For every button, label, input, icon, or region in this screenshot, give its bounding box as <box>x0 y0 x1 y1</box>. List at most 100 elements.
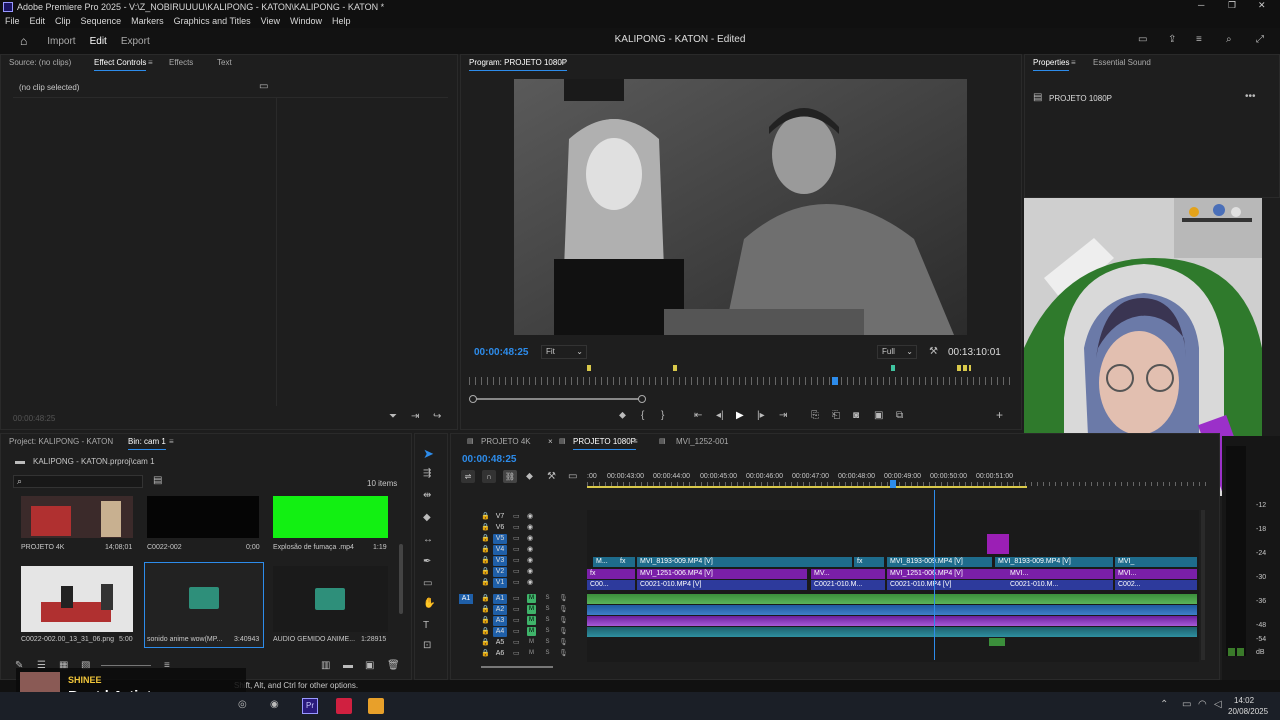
track-header[interactable]: 🔒 A6 ▭ M S 🎙 <box>451 649 587 659</box>
lock-icon[interactable]: 🔒 <box>481 578 490 586</box>
project-scrollbar[interactable] <box>399 544 403 614</box>
quality-select[interactable]: Full ⌄ <box>877 345 917 359</box>
lock-icon[interactable]: 🔒 <box>481 523 490 531</box>
track-label[interactable]: V5 <box>493 534 507 544</box>
fullscreen-icon[interactable]: ⤢ <box>1256 34 1264 45</box>
mark-in-icon[interactable]: { <box>641 410 644 421</box>
timeline-toggle-icon[interactable]: ▭ <box>259 81 268 92</box>
type-tool-icon[interactable]: T <box>423 620 429 631</box>
sync-lock-icon[interactable]: ▭ <box>513 534 520 542</box>
sync-lock-icon[interactable]: ▭ <box>513 556 520 564</box>
trash-icon[interactable]: 🗑 <box>387 660 400 671</box>
mute-button[interactable]: M <box>527 605 536 614</box>
mark-out-icon[interactable]: } <box>661 410 664 421</box>
mute-button[interactable]: M <box>527 649 536 658</box>
go-to-in-icon[interactable]: ⇤ <box>694 410 702 421</box>
zoom-handle-left[interactable] <box>469 395 477 403</box>
app-icon[interactable]: ◎ <box>238 699 247 710</box>
wifi-icon[interactable]: ◠ <box>1198 699 1207 710</box>
track-header[interactable]: 🔒 A5 ▭ M S 🎙 <box>451 638 587 648</box>
folder-taskbar-icon[interactable] <box>368 698 384 714</box>
sync-lock-icon[interactable]: ▭ <box>513 523 520 531</box>
clip-v2[interactable]: MVI_1251-006.MP4 [V] <box>887 569 1007 579</box>
step-forward-icon[interactable]: |▸ <box>757 410 765 421</box>
clip-v1[interactable]: C0021-010.M... <box>1007 580 1113 590</box>
wrench-icon[interactable]: ⚒ <box>929 346 938 357</box>
eye-icon[interactable]: ◉ <box>527 534 533 542</box>
track-label[interactable]: V1 <box>493 578 507 588</box>
compare-icon[interactable]: ▣ <box>874 410 883 421</box>
sync-lock-icon[interactable]: ▭ <box>513 567 520 575</box>
sync-lock-icon[interactable]: ▭ <box>513 616 520 624</box>
sync-lock-icon[interactable]: ▭ <box>513 627 520 635</box>
track-header[interactable]: 🔒 A3 ▭ M S 🎙 <box>451 616 587 626</box>
sync-lock-icon[interactable]: ▭ <box>513 605 520 613</box>
go-to-out-icon[interactable]: ⇥ <box>779 410 787 421</box>
rectangle-tool-icon[interactable]: ▭ <box>423 578 432 589</box>
track-header[interactable]: 🔒 A2 ▭ M S 🎙 <box>451 605 587 615</box>
program-ruler[interactable] <box>469 377 1014 385</box>
camera-icon[interactable]: ◙ <box>853 410 859 421</box>
hand-tool-icon[interactable]: ✋ <box>423 598 435 609</box>
solo-button[interactable]: S <box>543 649 552 658</box>
eye-icon[interactable]: ◉ <box>527 556 533 564</box>
selection-tool-icon[interactable]: ➤ <box>423 446 434 462</box>
lock-icon[interactable]: 🔒 <box>481 638 490 646</box>
clip-v1[interactable]: C0021-010.MP4 [V] <box>637 580 807 590</box>
add-marker-icon[interactable]: ⬥ <box>619 410 626 421</box>
zoom-select[interactable]: Fit ⌄ <box>541 345 587 359</box>
menu-clip[interactable]: Clip <box>55 16 71 26</box>
track-label[interactable]: A2 <box>493 605 507 615</box>
tab-effects[interactable]: Effects <box>169 55 193 71</box>
clip-v3-fx[interactable]: fx <box>617 557 635 567</box>
lock-icon[interactable]: 🔒 <box>481 545 490 553</box>
export-frame-icon[interactable]: ↪ <box>433 411 441 422</box>
track-header[interactable]: 🔒 V6 ▭ ◉ <box>451 523 587 533</box>
thumb-c0022-png[interactable] <box>21 566 133 632</box>
menu-file[interactable]: File <box>5 16 20 26</box>
audio-clip-a2[interactable] <box>587 605 1197 615</box>
caption-tool-icon[interactable]: ⊡ <box>423 640 431 651</box>
app-icon[interactable] <box>336 698 352 714</box>
step-back-icon[interactable]: ◂| <box>716 410 724 421</box>
automate-icon[interactable]: ▥ <box>321 660 330 671</box>
timeline-ruler[interactable]: :00 00:00:43:00 00:00:44:00 00:00:45:00 … <box>587 468 1207 490</box>
track-label[interactable]: A6 <box>493 649 507 659</box>
microphone-icon[interactable]: 🎙 <box>559 649 568 657</box>
timeline-timecode[interactable]: 00:00:48:25 <box>462 454 516 465</box>
tab-mvi-1252[interactable]: MVI_1252-001 <box>676 434 728 450</box>
menu-markers[interactable]: Markers <box>131 16 164 26</box>
lock-icon[interactable]: 🔒 <box>481 605 490 613</box>
eye-icon[interactable]: ◉ <box>527 578 533 586</box>
track-label[interactable]: V7 <box>493 512 507 522</box>
thumb-audio-gemido[interactable] <box>273 566 388 632</box>
clip-v2[interactable]: MVI... <box>1007 569 1113 579</box>
track-label[interactable]: V3 <box>493 556 507 566</box>
track-header[interactable]: 🔒 A4 ▭ M S 🎙 <box>451 627 587 637</box>
panel-menu-icon[interactable]: ≡ <box>148 58 153 67</box>
microphone-icon[interactable]: 🎙 <box>559 627 568 635</box>
new-item-icon[interactable]: ▣ <box>365 660 374 671</box>
zoom-bar[interactable] <box>471 398 643 400</box>
microphone-icon[interactable]: 🎙 <box>559 605 568 613</box>
slip-icon[interactable]: ↔ <box>423 534 433 545</box>
track-header[interactable]: 🔒 V4 ▭ ◉ <box>451 545 587 555</box>
minimize-icon[interactable]: ─ <box>1198 0 1204 10</box>
tab-projeto-4k[interactable]: PROJETO 4K <box>481 434 531 450</box>
clip-v2[interactable]: MVI_1251-006.MP4 [V] <box>637 569 807 579</box>
share-icon[interactable]: ⇪ <box>1168 34 1176 45</box>
clip-v1[interactable]: C0021-010.M... <box>811 580 885 590</box>
lock-icon[interactable]: 🔒 <box>481 616 490 624</box>
solo-button[interactable]: S <box>543 638 552 647</box>
lock-icon[interactable]: 🔒 <box>481 627 490 635</box>
menu-help[interactable]: Help <box>332 16 351 26</box>
lock-icon[interactable]: 🔒 <box>481 649 490 657</box>
track-header[interactable]: 🔒 V5 ▭ ◉ <box>451 534 587 544</box>
marker-green[interactable] <box>891 365 895 371</box>
eye-icon[interactable]: ◉ <box>527 512 533 520</box>
microphone-icon[interactable]: 🎙 <box>559 638 568 646</box>
work-area-bar[interactable] <box>587 486 1027 488</box>
search-input[interactable]: ⌕ <box>13 475 143 488</box>
audio-clip-a5[interactable] <box>989 638 1005 646</box>
extract-icon[interactable]: ⎗ <box>832 410 840 421</box>
